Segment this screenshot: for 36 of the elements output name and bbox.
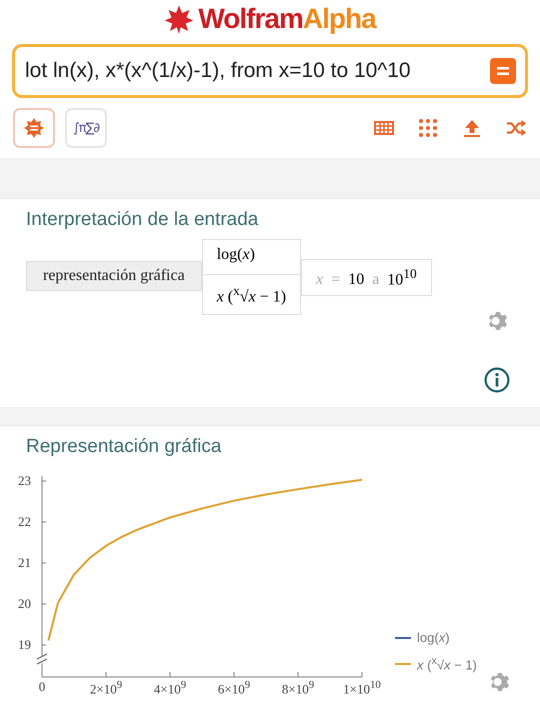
y-tick-label: 19 bbox=[18, 637, 31, 654]
section-title: Interpretación de la entrada bbox=[25, 208, 260, 231]
section-title: Representación gráfica bbox=[25, 435, 222, 458]
x-tick-label: 2×10$^{9}$ bbox=[90, 679, 122, 698]
variable-label: x bbox=[316, 271, 324, 290]
function-label: x ($^{x}$√x − 1) bbox=[202, 274, 300, 314]
x-tick-label: 1×10$^{10}$ bbox=[343, 679, 381, 698]
math-input-button[interactable]: ∫π∑∂ bbox=[65, 108, 107, 148]
table-icon[interactable] bbox=[374, 118, 394, 138]
compute-button[interactable] bbox=[490, 58, 516, 84]
starburst-icon bbox=[24, 118, 44, 138]
y-tick-label: 21 bbox=[18, 555, 31, 572]
range-start: 10 bbox=[348, 271, 364, 290]
equals-label: = bbox=[331, 271, 340, 290]
equals-icon bbox=[497, 66, 509, 76]
function-label: log(x) bbox=[216, 245, 256, 265]
x-tick-label: 0 bbox=[38, 679, 46, 696]
range-end: 10$^{10}$ bbox=[387, 266, 417, 290]
to-label: a bbox=[372, 271, 380, 290]
star-logo-icon bbox=[164, 4, 194, 34]
x-tick-label: 6×10$^{9}$ bbox=[218, 679, 250, 698]
y-tick-label: 23 bbox=[18, 473, 31, 490]
info-icon[interactable] bbox=[484, 367, 510, 394]
dot-grid-icon[interactable] bbox=[418, 118, 438, 138]
x-tick-label: 4×10$^{9}$ bbox=[154, 679, 186, 698]
y-tick-label: 20 bbox=[18, 596, 31, 612]
y-tick-label: 22 bbox=[18, 514, 31, 530]
legend-label: log(x) bbox=[417, 630, 450, 646]
search-field[interactable]: lot ln(x), x*(x^(1/x)-1), from x=10 to 10^10 bbox=[12, 44, 528, 98]
x-tick-label: 8×10$^{9}$ bbox=[282, 679, 314, 698]
upload-icon[interactable] bbox=[462, 118, 482, 138]
shuffle-icon[interactable] bbox=[506, 118, 526, 138]
command-label: representación gráfica bbox=[26, 261, 202, 291]
legend-label: x ($^{x}$√x − 1) bbox=[417, 655, 477, 673]
natural-input-button[interactable] bbox=[13, 108, 55, 148]
logo-text: WolframAlpha bbox=[198, 3, 376, 35]
